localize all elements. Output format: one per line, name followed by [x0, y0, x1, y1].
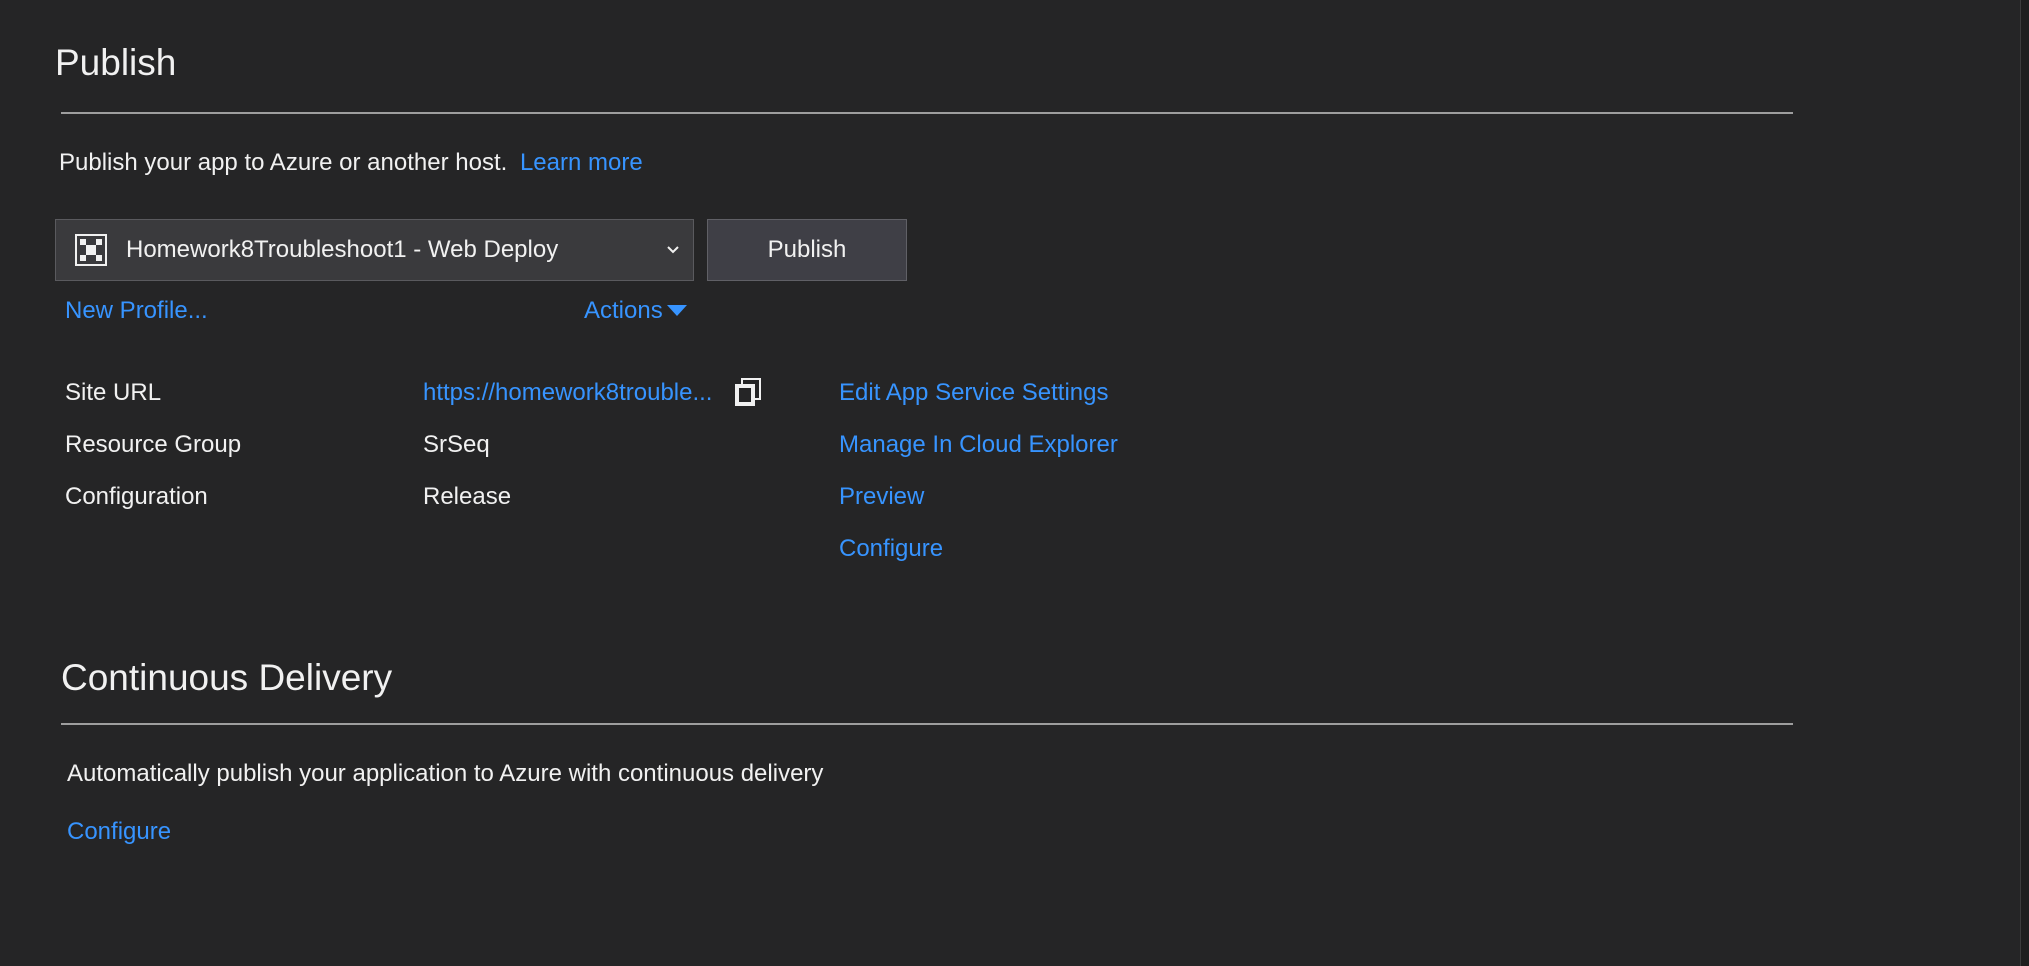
resource-group-value: SrSeq: [423, 431, 490, 458]
actions-label: Actions: [584, 297, 663, 324]
resource-group-label: Resource Group: [65, 431, 242, 458]
configuration-label: Configuration: [65, 483, 208, 510]
site-url-label: Site URL: [65, 379, 162, 406]
manage-in-cloud-explorer-link[interactable]: Manage In Cloud Explorer: [839, 431, 1118, 459]
scrollbar[interactable]: [2020, 0, 2029, 966]
publish-intro: Publish your app to Azure or another hos…: [59, 149, 643, 177]
preview-link[interactable]: Preview: [839, 483, 924, 511]
publish-button[interactable]: Publish: [707, 219, 907, 281]
new-profile-link[interactable]: New Profile...: [65, 297, 208, 325]
configure-link[interactable]: Configure: [839, 535, 943, 563]
actions-menu[interactable]: Actions: [584, 297, 687, 325]
publish-intro-text: Publish your app to Azure or another hos…: [59, 149, 508, 176]
chevron-down-icon: [665, 242, 681, 258]
profile-dropdown-value: Homework8Troubleshoot1 - Web Deploy: [126, 236, 559, 263]
web-deploy-profile-icon: [74, 233, 108, 267]
edit-app-service-settings-link[interactable]: Edit App Service Settings: [839, 379, 1108, 407]
copy-icon[interactable]: [733, 377, 763, 407]
continuous-delivery-configure-link[interactable]: Configure: [67, 818, 171, 846]
continuous-delivery-title: Continuous Delivery: [61, 657, 393, 698]
publish-title: Publish: [55, 42, 177, 83]
configuration-value: Release: [423, 483, 512, 510]
site-url-link[interactable]: https://homework8trouble...: [423, 379, 712, 407]
caret-down-icon: [666, 305, 687, 317]
learn-more-link[interactable]: Learn more: [520, 149, 643, 176]
continuous-delivery-divider: [61, 723, 1793, 725]
publish-divider: [61, 112, 1793, 114]
continuous-delivery-description: Automatically publish your application t…: [67, 760, 824, 787]
profile-dropdown[interactable]: Homework8Troubleshoot1 - Web Deploy: [55, 219, 694, 281]
